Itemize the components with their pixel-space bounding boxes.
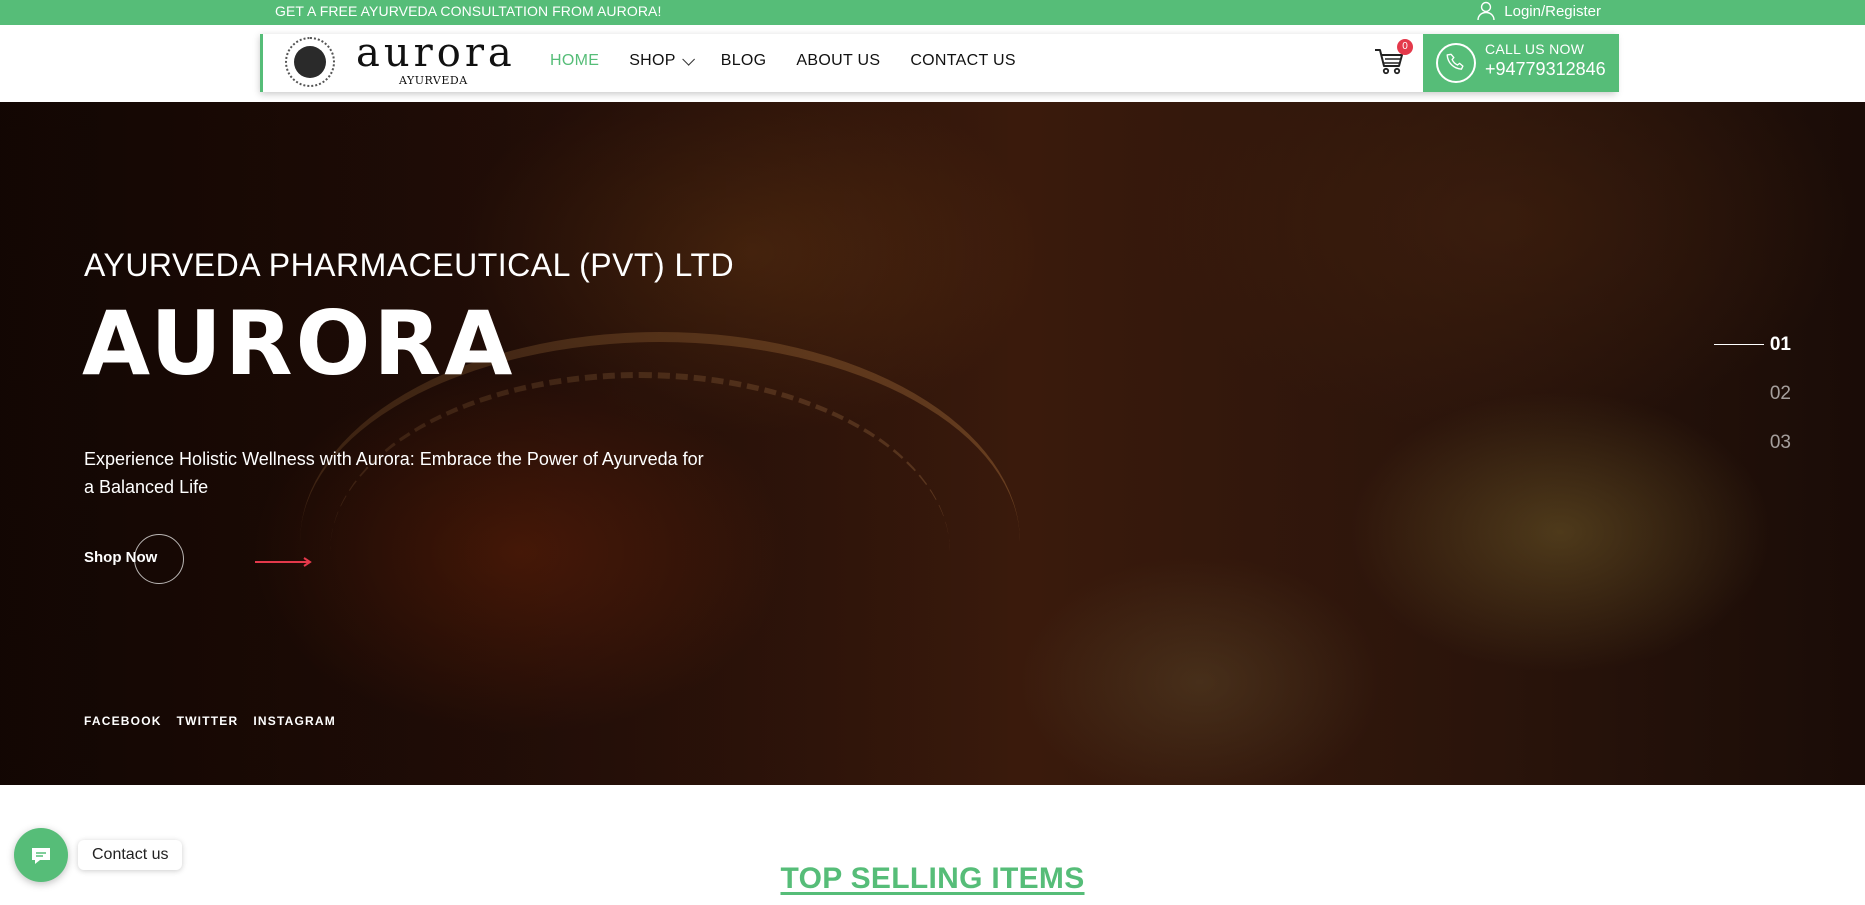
hero-description: Experience Holistic Wellness with Aurora… xyxy=(84,449,704,497)
brand-subtitle: AYURVEDA xyxy=(399,74,468,87)
social-links: FACEBOOK TWITTER INSTAGRAM xyxy=(84,714,336,728)
slide-number: 02 xyxy=(1769,382,1791,404)
cart-count-badge: 0 xyxy=(1397,39,1413,55)
nav-home[interactable]: HOME xyxy=(550,52,599,70)
facebook-link[interactable]: FACEBOOK xyxy=(84,714,162,728)
arrow-right-icon xyxy=(255,557,312,567)
nav-contact-label: CONTACT US xyxy=(910,52,1016,69)
slide-dot-02[interactable]: 02 xyxy=(1714,369,1791,418)
nav-contact-us[interactable]: CONTACT US xyxy=(910,52,1016,70)
shop-now-label: Shop Now xyxy=(84,549,158,566)
instagram-link[interactable]: INSTAGRAM xyxy=(253,714,336,728)
chevron-down-icon xyxy=(682,52,695,66)
promo-text: GET A FREE AYURVEDA CONSULTATION FROM AU… xyxy=(275,3,662,19)
nav-home-label: HOME xyxy=(550,52,600,69)
slide-pagination: 01 02 03 xyxy=(1713,320,1791,467)
brand-name: aurora xyxy=(356,30,516,76)
shop-now-button[interactable]: Shop Now xyxy=(84,534,312,584)
nav-about-label: ABOUT US xyxy=(796,52,881,69)
slide-dot-01[interactable]: 01 xyxy=(1713,320,1791,369)
slide-dot-03[interactable]: 03 xyxy=(1714,418,1791,467)
hero-eyebrow: AYURVEDA PHARMACEUTICAL (PVT) LTD xyxy=(84,247,735,283)
login-register-label: Login/Register xyxy=(1504,2,1601,20)
nav-shop-label: SHOP xyxy=(629,52,676,69)
hero-overlay xyxy=(0,102,1020,785)
logo-emblem-icon xyxy=(285,37,335,87)
nav-blog-label: BLOG xyxy=(720,52,767,69)
nav-about-us[interactable]: ABOUT US xyxy=(796,52,880,70)
user-icon xyxy=(1476,1,1496,21)
slide-active-line xyxy=(1713,344,1764,345)
promo-bar: GET A FREE AYURVEDA CONSULTATION FROM AU… xyxy=(0,0,1865,25)
twitter-link[interactable]: TWITTER xyxy=(177,714,239,728)
site-header: aurora AYURVEDA HOME SHOP BLOG ABOUT US … xyxy=(260,30,1619,92)
hero-slider: AYURVEDA PHARMACEUTICAL (PVT) LTD AURORA… xyxy=(0,102,1865,785)
call-us-button[interactable]: CALL US NOW +94779312846 xyxy=(1423,34,1619,92)
login-register-link[interactable]: Login/Register xyxy=(1476,1,1601,21)
phone-icon xyxy=(1436,43,1476,83)
main-nav: HOME SHOP BLOG ABOUT US CONTACT US xyxy=(550,52,1046,70)
call-us-label: CALL US NOW xyxy=(1485,41,1585,57)
nav-blog[interactable]: BLOG xyxy=(721,52,767,70)
slide-number: 03 xyxy=(1769,431,1791,453)
top-selling-title[interactable]: TOP SELLING ITEMS xyxy=(0,862,1865,896)
hero-title: AURORA xyxy=(82,292,516,395)
nav-shop[interactable]: SHOP xyxy=(629,52,695,70)
call-us-number: +94779312846 xyxy=(1485,59,1606,79)
slide-number: 01 xyxy=(1769,333,1791,355)
